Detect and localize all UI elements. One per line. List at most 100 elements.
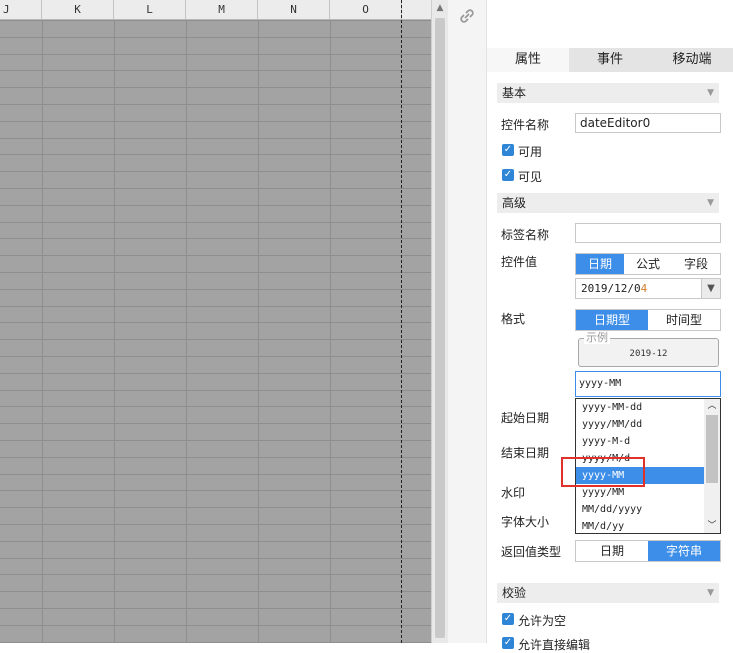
grid-row-line [0, 574, 431, 575]
grid-row-line [0, 474, 431, 475]
tab-mobile[interactable]: 移动端 [651, 48, 733, 72]
grid-row-line [0, 138, 431, 139]
control-name-label: 控件名称 [501, 118, 550, 132]
visible-checkbox[interactable]: ✓ [502, 169, 514, 181]
grid-row-line [0, 490, 431, 491]
grid-row-line [0, 390, 431, 391]
value-type-formula[interactable]: 公式 [624, 254, 672, 274]
tab-properties[interactable]: 属性 [487, 48, 569, 72]
section-advanced[interactable]: 高级 ▼ [497, 193, 719, 213]
highlight-annotation [561, 457, 645, 487]
sheet-scrollbar[interactable]: ▲ [431, 0, 448, 643]
sample-legend: 示例 [584, 331, 610, 344]
format-list-scrollbar[interactable]: ︿ ﹀ [704, 399, 720, 533]
grid-row-line [0, 507, 431, 508]
chevron-down-icon[interactable]: ▼ [707, 83, 714, 103]
grid-row-line [0, 306, 431, 307]
column-header-j[interactable]: J [0, 0, 42, 19]
date-value-text: 2019/12/04 [581, 279, 647, 298]
spreadsheet-area[interactable]: J K L M N O [0, 0, 431, 643]
check-icon: ✓ [503, 613, 513, 624]
grid-row-line [0, 457, 431, 458]
allow-direct-edit-label: 允许直接编辑 [518, 638, 591, 652]
section-validation[interactable]: 校验 ▼ [497, 583, 719, 603]
grid-row-line [0, 440, 431, 441]
return-type-date[interactable]: 日期 [576, 541, 648, 561]
format-option[interactable]: MM/dd/yyyy [576, 501, 704, 518]
grid-row-line [0, 625, 431, 626]
chevron-down-icon[interactable]: ▼ [701, 279, 720, 298]
value-type-date[interactable]: 日期 [576, 254, 624, 274]
grid-row-line [0, 205, 431, 206]
tab-events[interactable]: 事件 [569, 48, 651, 72]
grid-row-line [0, 54, 431, 55]
sheet-scroll-thumb[interactable] [435, 18, 445, 638]
font-size-label: 字体大小 [501, 515, 550, 529]
grid-row-line [0, 423, 431, 424]
grid-row-line [0, 608, 431, 609]
control-value-label: 控件值 [501, 255, 538, 269]
chevron-down-icon[interactable]: ▼ [707, 583, 714, 603]
grid-row-line [0, 238, 431, 239]
cell-grid[interactable] [0, 20, 431, 643]
date-value-select[interactable]: 2019/12/04 ▼ [575, 278, 721, 299]
column-header-l[interactable]: L [114, 0, 186, 19]
grid-row-line [0, 339, 431, 340]
section-advanced-title: 高级 [502, 196, 527, 210]
column-header-k[interactable]: K [42, 0, 114, 19]
column-header-o[interactable]: O [330, 0, 402, 19]
grid-row-line [0, 188, 431, 189]
tag-name-input[interactable] [575, 223, 721, 243]
control-name-input[interactable]: dateEditor0 [575, 113, 721, 133]
return-type-string[interactable]: 字符串 [648, 541, 720, 561]
grid-row-line [0, 373, 431, 374]
section-basic[interactable]: 基本 ▼ [497, 83, 719, 103]
grid-row-line [0, 70, 431, 71]
grid-row-line [0, 558, 431, 559]
grid-row-line [0, 104, 431, 105]
end-date-label: 结束日期 [501, 446, 550, 460]
grid-row-line [0, 20, 431, 21]
date-value-main: 2019/12/0 [581, 282, 641, 295]
column-header-n[interactable]: N [258, 0, 330, 19]
column-header-m[interactable]: M [186, 0, 258, 19]
return-type-switch: 日期 字符串 [575, 540, 721, 562]
format-option[interactable]: MM/d/yy [576, 518, 704, 535]
grid-row-line [0, 222, 431, 223]
visible-label: 可见 [518, 170, 543, 184]
start-date-label: 起始日期 [501, 411, 550, 425]
grid-row-line [0, 171, 431, 172]
grid-row-line [0, 356, 431, 357]
check-icon: ✓ [503, 169, 513, 180]
page-break-line [401, 0, 402, 643]
format-option[interactable]: yyyy-M-d [576, 433, 704, 450]
chevron-down-icon[interactable]: ﹀ [704, 519, 720, 533]
watermark-label: 水印 [501, 486, 526, 500]
chevron-up-icon[interactable]: ︿ [704, 399, 720, 413]
grid-column-line [330, 20, 331, 643]
format-type-time[interactable]: 时间型 [648, 310, 720, 330]
grid-row-line [0, 37, 431, 38]
format-label: 格式 [501, 312, 526, 326]
date-value-last-digit: 4 [640, 282, 648, 295]
section-basic-title: 基本 [502, 86, 527, 100]
chevron-down-icon[interactable]: ▼ [707, 193, 714, 213]
grid-row-line [0, 541, 431, 542]
scroll-up-icon[interactable]: ▲ [432, 0, 448, 16]
allow-empty-checkbox[interactable]: ✓ [502, 613, 514, 625]
format-input[interactable]: yyyy-MM [575, 371, 721, 397]
format-option[interactable]: yyyy-MM-dd [576, 399, 704, 416]
grid-row-line [0, 272, 431, 273]
tag-name-label: 标签名称 [501, 228, 550, 242]
enabled-label: 可用 [518, 145, 543, 159]
panel-tabs: 属性 事件 移动端 [487, 48, 733, 72]
link-icon[interactable] [458, 7, 476, 25]
value-type-field[interactable]: 字段 [672, 254, 720, 274]
allow-direct-edit-checkbox[interactable]: ✓ [502, 637, 514, 649]
format-type-date[interactable]: 日期型 [576, 310, 648, 330]
format-option[interactable]: yyyy/MM/dd [576, 416, 704, 433]
check-icon: ✓ [503, 144, 513, 155]
enabled-checkbox[interactable]: ✓ [502, 144, 514, 156]
format-list-scroll-thumb[interactable] [706, 415, 718, 483]
grid-row-line [0, 591, 431, 592]
